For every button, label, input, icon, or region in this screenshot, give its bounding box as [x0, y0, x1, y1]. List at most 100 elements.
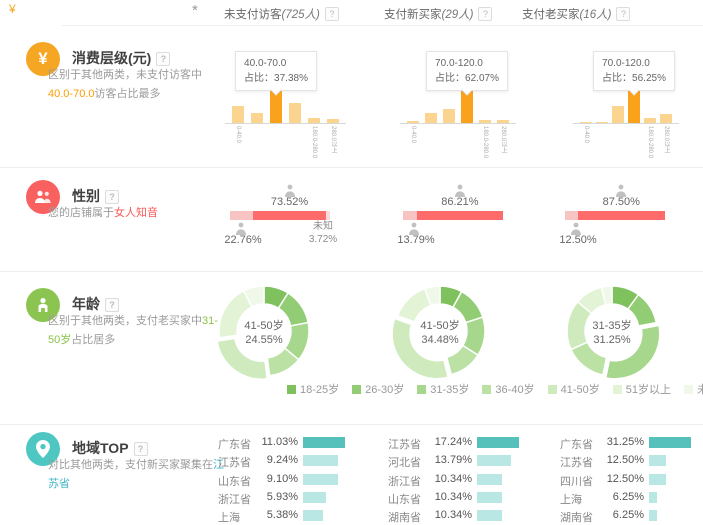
region-bar	[649, 492, 657, 503]
legend-label: 18-25岁	[300, 381, 339, 397]
region-pct: 9.10%	[246, 473, 298, 485]
bar-segment[interactable]	[443, 109, 455, 123]
region-pct: 17.24%	[420, 436, 472, 448]
bar-segment[interactable]	[644, 118, 656, 123]
bar-segment[interactable]	[660, 114, 672, 123]
bar-segment[interactable]	[407, 121, 419, 123]
help-icon[interactable]: ?	[105, 298, 119, 312]
tab-count: (725人)	[282, 9, 320, 21]
legend-item[interactable]: 26-30岁	[352, 381, 404, 397]
region-bar	[649, 474, 666, 485]
region-bar	[477, 455, 511, 466]
region-bar	[477, 492, 502, 503]
region-bar	[303, 510, 323, 521]
section-desc-age: 区别于其他两类，支付老买家中31-50岁占比居多	[48, 312, 224, 350]
legend-item[interactable]: 未获取	[684, 381, 703, 397]
region-pct: 13.79%	[420, 454, 472, 466]
region-name: 江苏省	[560, 454, 593, 470]
bar-segment[interactable]	[596, 122, 608, 123]
bar-segment[interactable]	[425, 113, 437, 123]
region-bar	[649, 455, 666, 466]
region-pct: 10.34%	[420, 509, 472, 521]
region-bar	[649, 510, 657, 521]
gender-bar-female[interactable]	[253, 211, 327, 220]
donut-center-pct: 24.55%	[245, 334, 282, 346]
unknown-label: 未知	[309, 220, 337, 233]
legend-item[interactable]: 18-25岁	[287, 381, 339, 397]
bar-segment[interactable]	[232, 106, 244, 123]
gender-male-pct: 22.76%	[224, 234, 261, 246]
region-pct: 10.34%	[420, 473, 472, 485]
desc-text: 区别于其他两类，支付老买家中	[48, 315, 202, 327]
gender-female-pct: 86.21%	[441, 196, 478, 208]
section-title-text: 性别	[72, 188, 100, 204]
tab-count: (29人)	[442, 9, 474, 21]
bar-segment[interactable]	[580, 122, 592, 123]
region-pct: 9.24%	[246, 454, 298, 466]
gender-bar-female[interactable]	[578, 211, 666, 220]
tab-returning-paying-buyers[interactable]: 支付老买家(16人)?	[522, 6, 630, 22]
help-icon[interactable]: ?	[134, 442, 148, 456]
donut-center-age-range: 31-35岁	[592, 317, 631, 333]
region-name: 江苏省	[388, 436, 421, 452]
tab-new-paying-buyers[interactable]: 支付新买家(29人)?	[384, 6, 492, 22]
tab-count: (16人)	[580, 9, 612, 21]
legend-item[interactable]: 41-50岁	[548, 381, 600, 397]
bar-segment[interactable]	[308, 118, 320, 123]
gender-bar-male[interactable]	[565, 211, 578, 220]
gender-unknown-pct: 3.72%	[309, 233, 337, 246]
legend-item[interactable]: 51岁以上	[613, 381, 671, 397]
region-pct: 31.25%	[592, 436, 644, 448]
tab-label: 未支付访客	[224, 9, 282, 21]
section-divider	[0, 167, 703, 168]
help-icon[interactable]: ?	[478, 7, 492, 21]
gender-bar-male[interactable]	[403, 211, 417, 220]
tab-unpaid-visitors[interactable]: 未支付访客(725人)?	[224, 6, 339, 22]
bar-chart-axis	[400, 123, 516, 124]
axis-tick-label: 280.0以上	[500, 126, 506, 153]
region-bar	[303, 474, 338, 485]
header-divider	[62, 25, 703, 26]
donut-center-age-range: 41-50岁	[420, 317, 459, 333]
section-title-region: 地域TOP?	[72, 438, 148, 458]
gender-female-pct: 87.50%	[603, 196, 640, 208]
gender-bar-female[interactable]	[417, 211, 503, 220]
help-icon[interactable]: ?	[325, 7, 339, 21]
bar-segment[interactable]	[612, 106, 624, 123]
section-desc-consume: 区别于其他两类，未支付访客中40.0-70.0访客占比最多	[48, 66, 224, 104]
section-title-text: 年龄	[72, 296, 100, 312]
bar-segment[interactable]	[251, 113, 263, 123]
region-name: 广东省	[560, 436, 593, 452]
help-icon[interactable]: ?	[616, 7, 630, 21]
help-icon[interactable]: ?	[156, 52, 170, 66]
region-pct: 10.34%	[420, 491, 472, 503]
legend-swatch	[613, 385, 622, 394]
bar-segment[interactable]	[289, 103, 301, 123]
region-bar	[477, 510, 502, 521]
legend-item[interactable]: 36-40岁	[482, 381, 534, 397]
bar-segment[interactable]	[497, 120, 509, 123]
axis-tick-label: 180.0-280.0	[647, 126, 653, 158]
legend-item[interactable]: 31-35岁	[417, 381, 469, 397]
customer-analysis-page: ¥ * 未支付访客(725人)? 支付新买家(29人)? 支付老买家(16人)?…	[0, 0, 703, 517]
bar-segment[interactable]	[327, 119, 339, 123]
gender-bar-male[interactable]	[230, 211, 253, 220]
section-divider	[0, 424, 703, 425]
desc-text: 对比其他两类，支付新买家聚集在	[48, 459, 213, 471]
bar-segment[interactable]	[479, 120, 491, 123]
region-bar	[303, 492, 326, 503]
region-name: 湖南省	[560, 509, 593, 525]
section-title-gender: 性别?	[72, 186, 119, 206]
desc-text: 区别于其他两类，未支付访客中	[48, 69, 202, 81]
tab-label: 支付新买家	[384, 9, 442, 21]
gender-male-pct: 12.50%	[559, 234, 596, 246]
tooltip-range: 40.0-70.0	[244, 56, 308, 71]
help-icon[interactable]: ?	[105, 190, 119, 204]
region-bar	[649, 437, 691, 448]
axis-tick-label: 280.0以上	[330, 126, 336, 153]
clipped-asterisk-glyph: *	[192, 2, 198, 19]
section-title-consume: 消费层级(元)?	[72, 48, 170, 68]
gender-bar-unknown[interactable]	[326, 211, 330, 220]
legend-swatch	[482, 385, 491, 394]
region-name: 四川省	[560, 473, 593, 489]
